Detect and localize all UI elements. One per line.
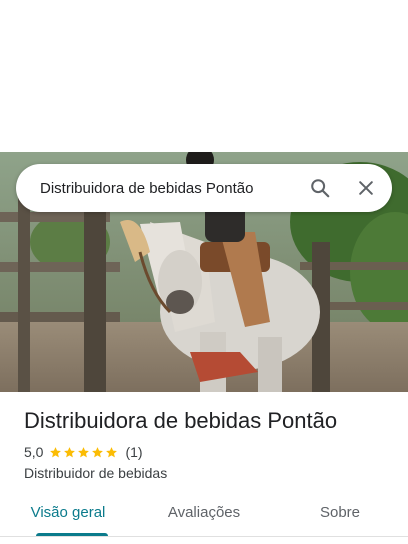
star-icon	[106, 446, 118, 457]
close-icon	[359, 181, 373, 195]
rating-row[interactable]: 5,0 (1)	[24, 444, 143, 460]
tab-overview[interactable]: Visão geral	[0, 496, 136, 536]
tab-bar: Visão geral Avaliações Sobre	[0, 496, 408, 536]
search-icon	[311, 179, 330, 198]
search-button[interactable]	[300, 168, 340, 208]
review-count[interactable]: (1)	[125, 444, 142, 460]
star-rating	[49, 446, 119, 459]
tab-overview-label: Visão geral	[30, 504, 106, 521]
star-icon	[50, 446, 62, 457]
divider	[0, 536, 408, 537]
star-icon	[92, 446, 104, 457]
rating-value: 5,0	[24, 444, 44, 460]
tab-reviews-label: Avaliações	[167, 504, 241, 521]
tab-about-label: Sobre	[319, 504, 361, 521]
place-page: Distribuidora de bebidas Pontão Distribu…	[0, 0, 408, 544]
place-title: Distribuidora de bebidas Pontão	[24, 408, 338, 433]
close-button[interactable]	[346, 168, 386, 208]
tab-about[interactable]: Sobre	[272, 496, 408, 536]
search-bar[interactable]: Distribuidora de bebidas Pontão	[16, 164, 392, 212]
map-area-blank	[0, 0, 408, 152]
place-category: Distribuidor de bebidas	[24, 465, 168, 481]
star-icon	[78, 446, 90, 457]
star-icon	[64, 446, 76, 457]
tab-reviews[interactable]: Avaliações	[136, 496, 272, 536]
search-input[interactable]: Distribuidora de bebidas Pontão	[40, 180, 300, 197]
